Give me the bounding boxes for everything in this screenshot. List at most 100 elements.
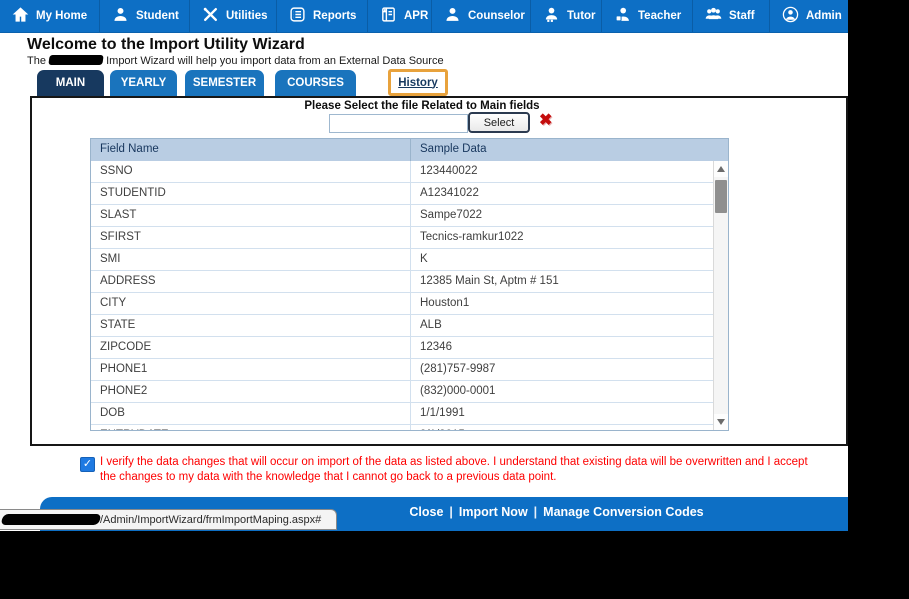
- field-name-cell: SFIRST: [91, 227, 411, 248]
- field-mapping-table: Field Name Sample Data SSNO 123440022 STUD…: [90, 138, 729, 431]
- table-row: SLAST Sampe7022: [91, 205, 713, 227]
- home-icon: [12, 6, 29, 26]
- scrollbar-thumb[interactable]: [715, 180, 727, 213]
- field-name-cell: ADDRESS: [91, 271, 411, 292]
- field-name-cell: ENTRYDATE: [91, 425, 411, 430]
- verify-text: I verify the data changes that will occu…: [100, 456, 808, 483]
- table-row: SSNO 123440022: [91, 161, 713, 183]
- nav-item-staff[interactable]: Staff: [693, 0, 770, 32]
- nav-item-admin[interactable]: Admin: [770, 0, 848, 32]
- scroll-down-button[interactable]: [714, 414, 728, 430]
- nav-item-counselor[interactable]: Counselor: [432, 0, 531, 32]
- field-name-cell: DOB: [91, 403, 411, 424]
- nav-item-label: Staff: [729, 10, 755, 22]
- file-path-input[interactable]: [329, 114, 468, 133]
- verify-checkbox[interactable]: ✓: [80, 457, 95, 472]
- status-url-path: /Admin/ImportWizard/frmImportMaping.aspx…: [100, 513, 322, 526]
- table-row: ENTRYDATE9/1/2015: [91, 425, 713, 430]
- triangle-down-icon: [717, 419, 725, 425]
- field-name-cell: PHONE2: [91, 381, 411, 402]
- reports-icon: [289, 6, 306, 26]
- tab-history[interactable]: History: [388, 69, 448, 96]
- top-nav-bar: My Home Student Utilities Reports APR Counsel…: [0, 0, 848, 33]
- footer-link-close[interactable]: Close: [403, 505, 449, 519]
- sample-data-cell: 9/1/2015: [411, 425, 713, 430]
- footer-link-manage-conversion-codes[interactable]: Manage Conversion Codes: [537, 505, 709, 519]
- tutor-icon: [543, 6, 560, 26]
- table-row: STUDENTID A12341022: [91, 183, 713, 205]
- nav-item-tutor[interactable]: Tutor: [531, 0, 602, 32]
- sample-data-cell: (281)757-9987: [420, 363, 496, 375]
- utilities-icon: [202, 6, 219, 26]
- scroll-up-button[interactable]: [714, 161, 728, 177]
- table-body: SSNO 123440022 STUDENTID A12341022 SLAST Samp…: [91, 161, 713, 430]
- nav-item-label: Counselor: [468, 10, 525, 22]
- staff-icon: [705, 6, 722, 26]
- sample-data-cell: 1/1/1991: [420, 407, 465, 419]
- teacher-icon: [614, 6, 631, 26]
- table-row: ZIPCODE 12346: [91, 337, 713, 359]
- redaction-blob: [48, 55, 104, 65]
- column-header-sample-data: Sample Data: [420, 143, 487, 155]
- select-file-button[interactable]: Select: [468, 112, 530, 133]
- table-row: PHONE1 (281)757-9987: [91, 359, 713, 381]
- nav-item-label: My Home: [36, 10, 88, 22]
- tab-label: COURSES: [287, 77, 344, 89]
- nav-item-my-home[interactable]: My Home: [0, 0, 100, 32]
- subtitle-suffix: Import Wizard will help you import data …: [106, 55, 444, 67]
- footer-link-import-now[interactable]: Import Now: [453, 505, 534, 519]
- red-x-icon[interactable]: ✖: [539, 110, 552, 130]
- sample-data-cell: A12341022: [420, 187, 479, 199]
- table-scrollbar[interactable]: [713, 161, 728, 430]
- nav-item-reports[interactable]: Reports: [277, 0, 368, 32]
- sample-data-cell: Sampe7022: [420, 209, 483, 221]
- student-icon: [112, 6, 129, 26]
- browser-content: My Home Student Utilities Reports APR Counsel…: [0, 0, 848, 531]
- table-row: ADDRESS 12385 Main St, Aptm # 151: [91, 271, 713, 293]
- tab-label: History: [398, 76, 438, 89]
- nav-item-apr[interactable]: APR: [368, 0, 432, 32]
- apr-icon: [380, 6, 397, 26]
- nav-item-label: Admin: [806, 10, 842, 22]
- sample-data-cell: ALB: [420, 319, 442, 331]
- nav-item-label: APR: [404, 10, 429, 22]
- sample-data-cell: 12346: [420, 341, 452, 353]
- footer-separator: |: [533, 505, 538, 519]
- sample-data-cell: 123440022: [420, 165, 478, 177]
- table-row: PHONE2 (832)000-0001: [91, 381, 713, 403]
- nav-item-label: Utilities: [226, 10, 268, 22]
- triangle-up-icon: [717, 166, 725, 172]
- field-name-cell: SLAST: [91, 205, 411, 226]
- tab-label: SEMESTER: [192, 77, 257, 89]
- tab-semester[interactable]: SEMESTER: [185, 70, 264, 96]
- column-header-field-name: Field Name: [91, 139, 411, 161]
- nav-item-label: Tutor: [567, 10, 596, 22]
- tab-yearly[interactable]: YEARLY: [110, 70, 177, 96]
- tab-label: MAIN: [55, 77, 86, 89]
- file-select-prompt: Please Select the file Related to Main f…: [304, 100, 540, 112]
- tab-main[interactable]: MAIN: [37, 70, 104, 96]
- sample-data-cell: K: [420, 253, 428, 265]
- nav-item-label: Reports: [313, 10, 357, 22]
- field-name-cell: ZIPCODE: [91, 337, 411, 358]
- page-title: Welcome to the Import Utility Wizard: [27, 36, 305, 53]
- field-name-cell: STATE: [91, 315, 411, 336]
- field-name-cell: SSNO: [91, 161, 411, 182]
- tab-courses[interactable]: COURSES: [275, 70, 356, 96]
- page-subtitle: The Import Wizard will help you import d…: [27, 55, 444, 67]
- admin-icon: [782, 6, 799, 26]
- field-name-cell: PHONE1: [91, 359, 411, 380]
- sample-data-cell: 12385 Main St, Aptm # 151: [420, 275, 559, 287]
- footer-separator: |: [449, 505, 453, 519]
- table-header-row: Field Name Sample Data: [91, 139, 728, 162]
- redaction-blob: [0, 514, 102, 525]
- nav-item-teacher[interactable]: Teacher: [602, 0, 693, 32]
- table-row: SFIRST Tecnics-ramkur1022: [91, 227, 713, 249]
- sample-data-cell: Houston1: [420, 297, 470, 309]
- field-name-cell: CITY: [91, 293, 411, 314]
- nav-item-label: Teacher: [638, 10, 682, 22]
- field-name-cell: STUDENTID: [91, 183, 411, 204]
- subtitle-prefix: The: [27, 55, 46, 67]
- nav-item-utilities[interactable]: Utilities: [190, 0, 277, 32]
- nav-item-student[interactable]: Student: [100, 0, 190, 32]
